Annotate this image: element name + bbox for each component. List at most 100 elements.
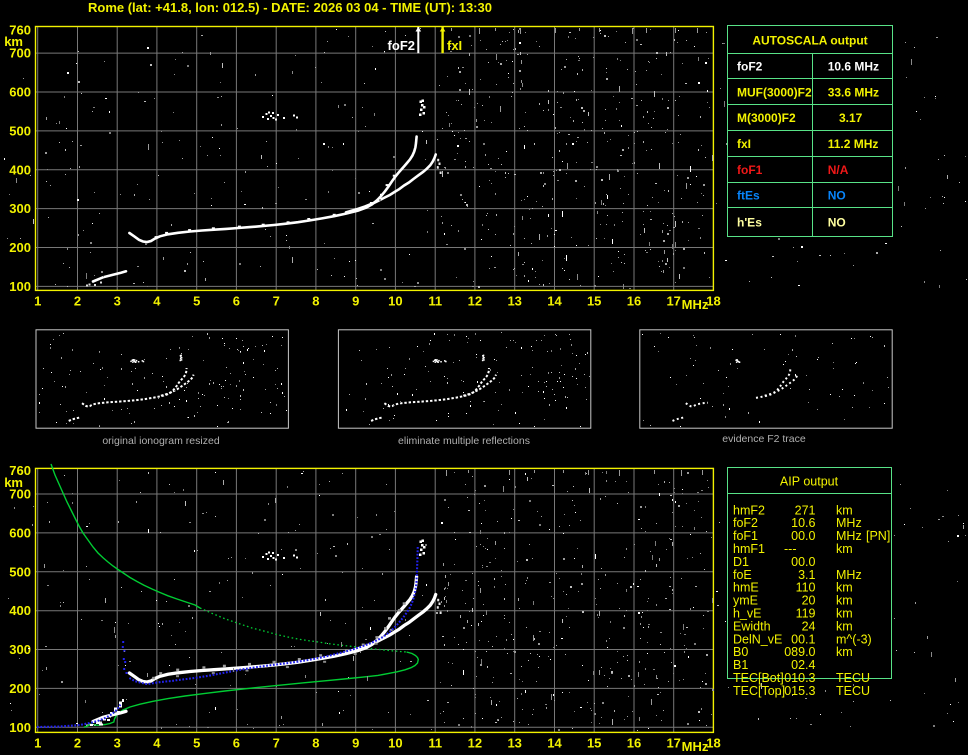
- svg-text:km: km: [836, 594, 853, 608]
- svg-text:24: 24: [802, 619, 816, 633]
- svg-text:4: 4: [153, 736, 161, 751]
- svg-text:km: km: [836, 542, 853, 556]
- svg-text:MHz: MHz: [836, 516, 862, 530]
- svg-text:3: 3: [114, 736, 121, 751]
- svg-text:[PN]: [PN]: [866, 529, 890, 543]
- svg-text:17: 17: [666, 736, 680, 751]
- svg-text:TEC[Top]: TEC[Top]: [733, 684, 785, 698]
- svg-text:10.6: 10.6: [791, 516, 815, 530]
- svg-text:119: 119: [796, 607, 816, 621]
- svg-text:700: 700: [9, 46, 31, 61]
- svg-text:D1: D1: [733, 555, 749, 569]
- svg-text:15: 15: [587, 294, 601, 309]
- svg-text:B0: B0: [733, 645, 748, 659]
- svg-text:fxI: fxI: [737, 137, 751, 151]
- svg-text:10: 10: [388, 736, 402, 751]
- svg-text:11.2 MHz: 11.2 MHz: [828, 137, 879, 151]
- svg-text:TEC[Bot]: TEC[Bot]: [733, 671, 784, 685]
- svg-text:ymE: ymE: [733, 594, 758, 608]
- svg-text:010.3: 010.3: [784, 671, 815, 685]
- svg-text:M(3000)F2: M(3000)F2: [737, 111, 796, 125]
- svg-text:271: 271: [795, 503, 816, 517]
- svg-text:ftEs: ftEs: [737, 189, 760, 203]
- svg-text:h_vE: h_vE: [733, 607, 762, 621]
- svg-text:14: 14: [547, 294, 562, 309]
- svg-text:km: km: [836, 645, 853, 659]
- svg-text:MUF(3000)F2: MUF(3000)F2: [737, 85, 812, 99]
- svg-text:7: 7: [273, 736, 280, 751]
- svg-text:600: 600: [9, 525, 31, 540]
- svg-text:00.0: 00.0: [791, 529, 815, 543]
- svg-text:MHz: MHz: [682, 297, 709, 312]
- svg-text:13: 13: [507, 294, 521, 309]
- svg-text:11: 11: [428, 294, 442, 309]
- svg-text:h'Es: h'Es: [737, 216, 762, 230]
- svg-text:400: 400: [9, 162, 31, 177]
- svg-text:AIP output: AIP output: [780, 475, 839, 489]
- svg-text:foF2: foF2: [388, 38, 415, 53]
- svg-text:300: 300: [9, 642, 31, 657]
- svg-text:fxI: fxI: [447, 38, 462, 53]
- svg-text:17: 17: [666, 294, 680, 309]
- svg-text:8: 8: [312, 294, 319, 309]
- svg-text:015.3: 015.3: [784, 684, 815, 698]
- svg-text:15: 15: [587, 736, 601, 751]
- svg-text:NO: NO: [828, 216, 846, 230]
- svg-text:12: 12: [468, 294, 482, 309]
- svg-text:---: ---: [784, 542, 797, 556]
- svg-text:NO: NO: [828, 189, 846, 203]
- svg-text:18: 18: [706, 736, 720, 751]
- svg-text:16: 16: [627, 736, 641, 751]
- svg-text:7: 7: [273, 294, 280, 309]
- svg-text:km: km: [836, 503, 853, 517]
- svg-text:hmF2: hmF2: [733, 503, 765, 517]
- svg-text:10: 10: [388, 294, 402, 309]
- svg-text:13: 13: [507, 736, 521, 751]
- svg-text:600: 600: [9, 85, 31, 100]
- svg-text:00.0: 00.0: [791, 555, 815, 569]
- svg-text:500: 500: [9, 123, 31, 138]
- svg-text:110: 110: [796, 581, 816, 595]
- svg-text:5: 5: [193, 736, 200, 751]
- svg-text:100: 100: [9, 279, 31, 294]
- svg-text:00.1: 00.1: [791, 632, 815, 646]
- svg-text:original ionogram resized: original ionogram resized: [102, 435, 219, 447]
- svg-text:foF1: foF1: [733, 529, 758, 543]
- svg-text:16: 16: [627, 294, 641, 309]
- svg-text:MHz: MHz: [682, 739, 709, 754]
- svg-text:400: 400: [9, 603, 31, 618]
- svg-text:300: 300: [9, 201, 31, 216]
- svg-text:1: 1: [34, 294, 41, 309]
- svg-text:9: 9: [352, 294, 359, 309]
- svg-text:TECU: TECU: [836, 684, 870, 698]
- svg-text:4: 4: [153, 294, 161, 309]
- svg-text:500: 500: [9, 564, 31, 579]
- svg-text:3.17: 3.17: [839, 111, 863, 125]
- svg-text:20: 20: [802, 594, 816, 608]
- svg-text:hmF1: hmF1: [733, 542, 765, 556]
- svg-text:Rome (lat: +41.8, lon: 012.5): Rome (lat: +41.8, lon: 012.5) - DATE: 20…: [88, 0, 492, 15]
- svg-text:MHz: MHz: [836, 529, 862, 543]
- svg-text:N/A: N/A: [828, 163, 849, 177]
- svg-text:foE: foE: [733, 568, 752, 582]
- svg-text:foF2: foF2: [733, 516, 758, 530]
- svg-text:2: 2: [74, 294, 81, 309]
- svg-text:3.1: 3.1: [798, 568, 815, 582]
- svg-text:evidence F2 trace: evidence F2 trace: [722, 433, 806, 445]
- svg-text:Ewidth: Ewidth: [733, 619, 771, 633]
- svg-text:TECU: TECU: [836, 671, 870, 685]
- svg-text:700: 700: [9, 487, 31, 502]
- svg-text:AUTOSCALA output: AUTOSCALA output: [752, 34, 867, 48]
- svg-text:km: km: [836, 581, 853, 595]
- svg-text:11: 11: [428, 736, 442, 751]
- svg-text:9: 9: [352, 736, 359, 751]
- svg-text:foF1: foF1: [737, 163, 763, 177]
- svg-text:18: 18: [706, 294, 720, 309]
- svg-text:3: 3: [114, 294, 121, 309]
- svg-text:6: 6: [233, 736, 240, 751]
- svg-text:12: 12: [468, 736, 482, 751]
- svg-text:B1: B1: [733, 658, 748, 672]
- svg-text:foF2: foF2: [737, 60, 763, 74]
- svg-text:33.6 MHz: 33.6 MHz: [828, 85, 879, 99]
- svg-text:1: 1: [34, 736, 41, 751]
